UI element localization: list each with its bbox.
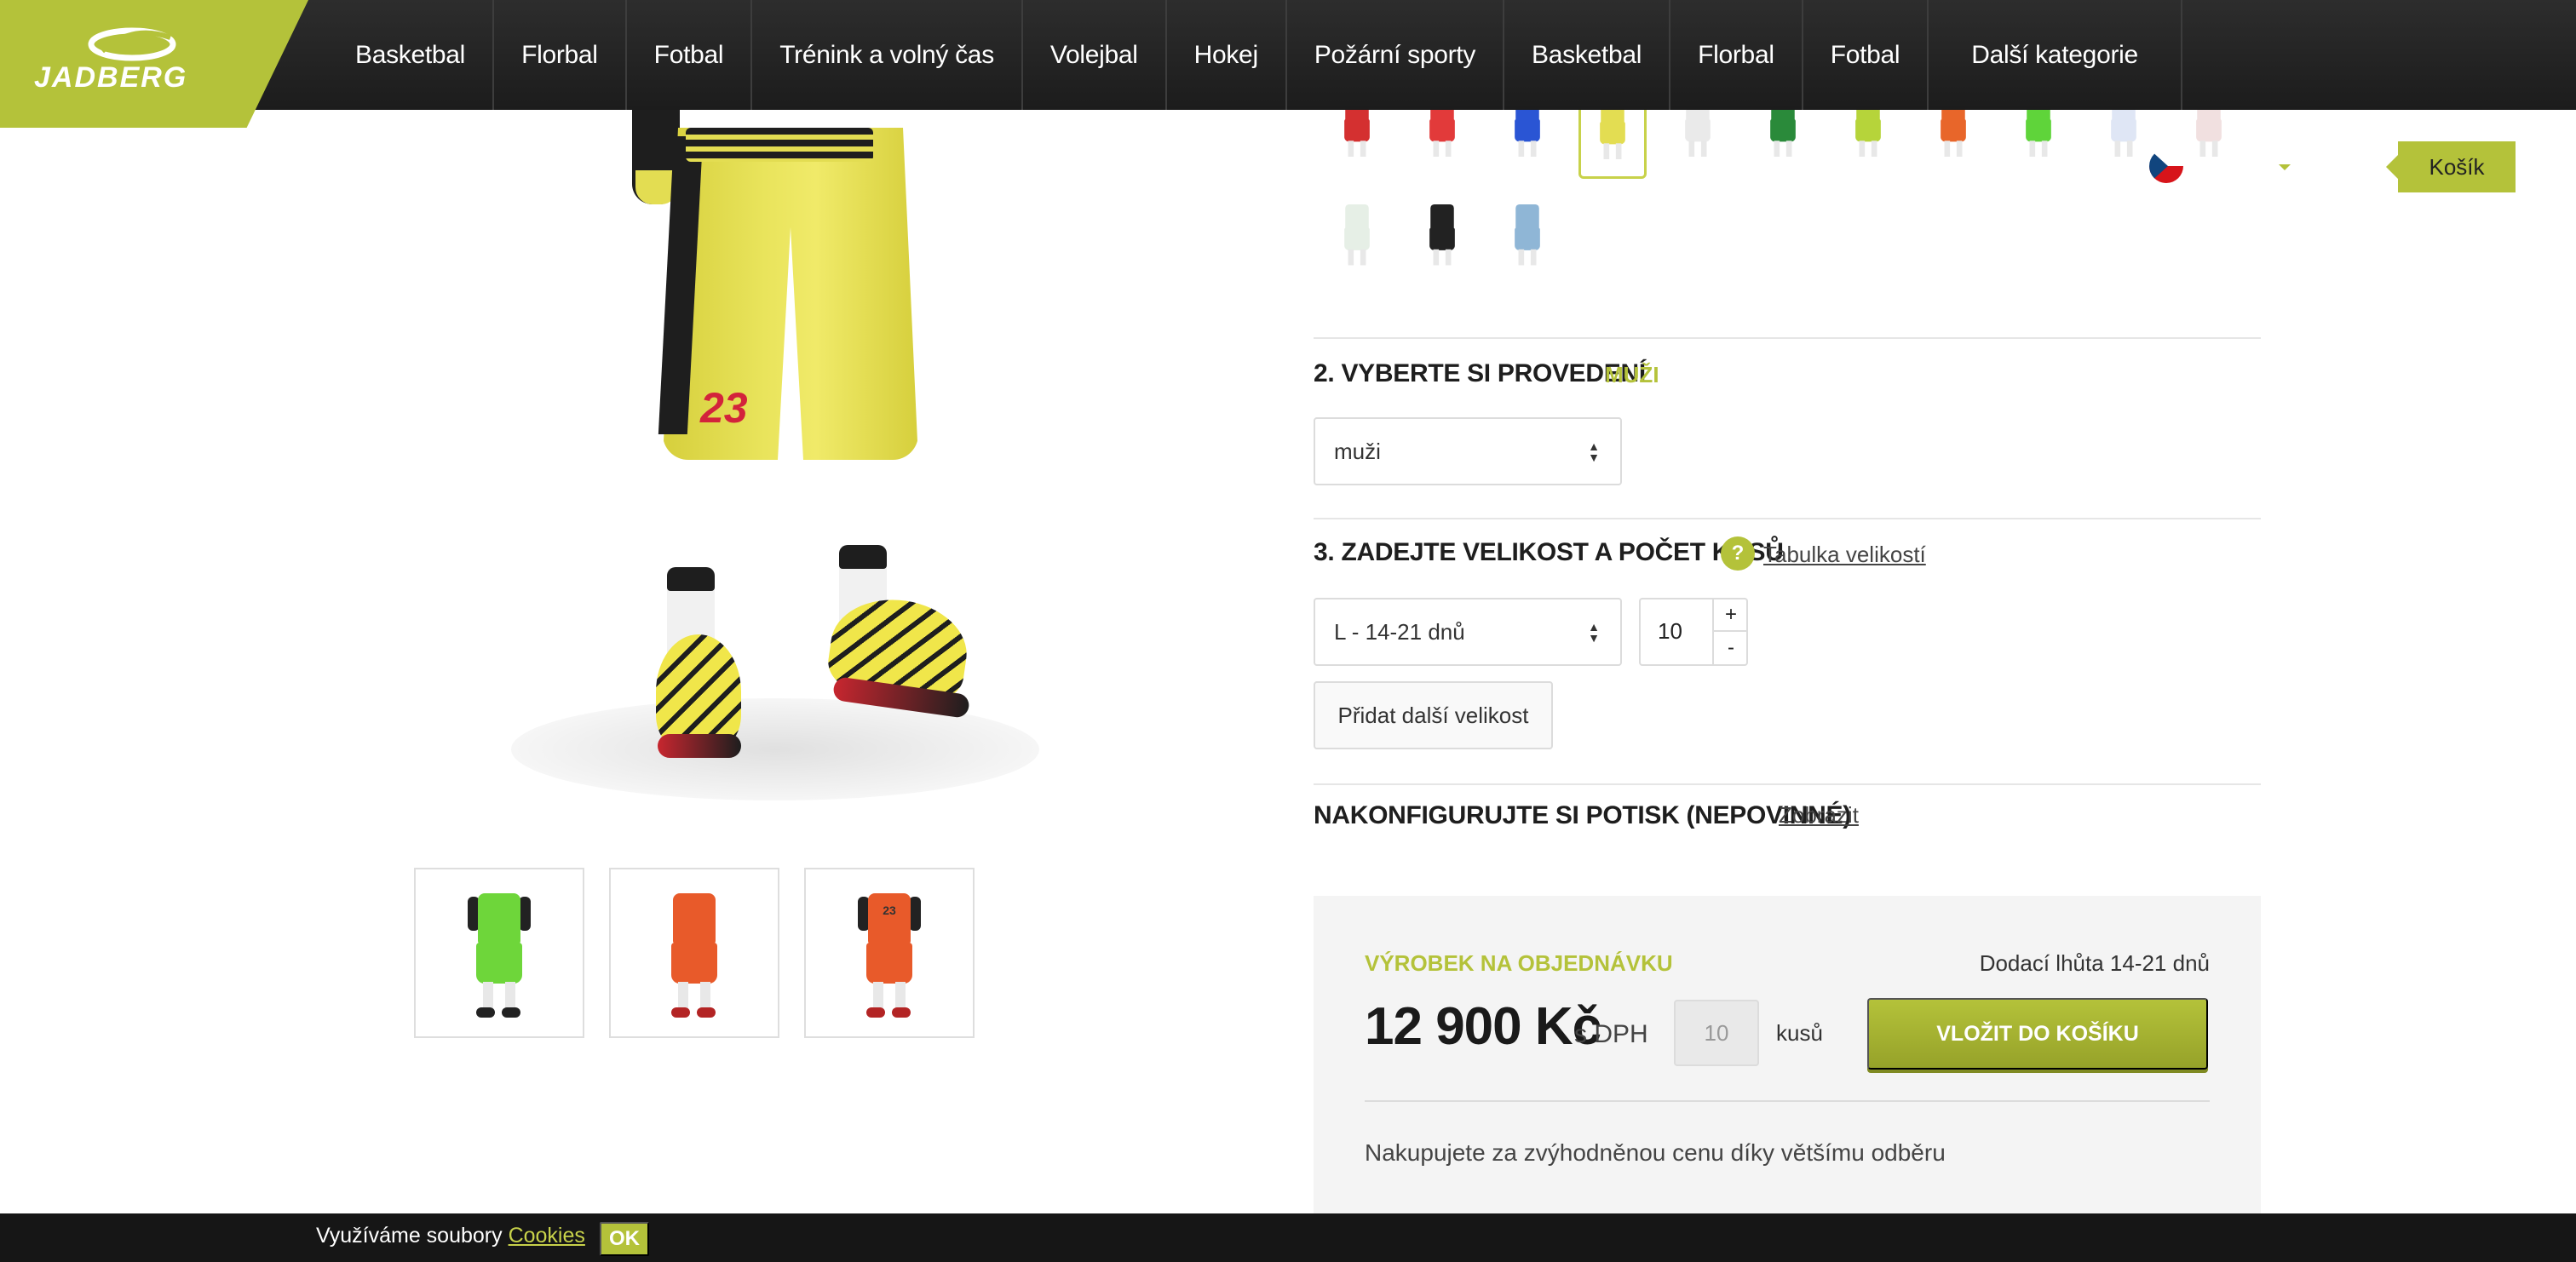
print-config-title: NAKONFIGURUJTE SI POTISK (NEPOVINNÉ) <box>1314 801 1851 829</box>
shoe-left <box>656 634 741 749</box>
divider <box>1314 337 2261 339</box>
cookie-ok-button[interactable]: OK <box>600 1222 649 1256</box>
size-select-value: L - 14-21 dnů <box>1334 618 1465 645</box>
selected-variant-tag: MUŽI <box>1605 362 1659 387</box>
delivery-time: Dodací lhůta 14-21 dnů <box>1979 950 2210 976</box>
thumbnail-orange-kit-front[interactable] <box>609 868 779 1038</box>
swatch-white-green[interactable] <box>1314 204 1400 283</box>
nav-item-volejbal[interactable]: Volejbal <box>1023 0 1167 110</box>
sock-top-left <box>667 567 715 591</box>
quantity-unit: kusů <box>1776 1020 1823 1046</box>
cookies-link[interactable]: Cookies <box>509 1224 585 1248</box>
select-arrows-icon: ▲ ▼ <box>1588 620 1600 645</box>
made-to-order-tag: VÝROBEK NA OBJEDNÁVKU <box>1365 950 1673 976</box>
price: 12 900 Kč <box>1365 997 1601 1056</box>
select-arrows-icon: ▲ ▼ <box>1588 439 1600 464</box>
step2-title: 2. VYBERTE SI PROVEDENÍ <box>1314 359 1646 387</box>
cookie-bar: Využíváme soubory Cookies OK <box>0 1213 2576 1262</box>
kit-image <box>666 885 722 1021</box>
thumbnail-gallery: 23 <box>414 868 975 1038</box>
divider <box>1314 518 2261 519</box>
nav-item-trenink[interactable]: Trénink a volný čas <box>752 0 1023 110</box>
nav-item-fotbal[interactable]: Fotbal <box>627 0 753 110</box>
swatch-white[interactable] <box>1655 95 1740 179</box>
sock-top-right <box>839 545 887 569</box>
nav-item-basketbal[interactable]: Basketbal <box>328 0 495 110</box>
swatch-yellow-selected[interactable] <box>1578 98 1647 179</box>
nav-item-basketbal-2[interactable]: Basketbal <box>1504 0 1671 110</box>
swoosh-logo-icon <box>88 27 176 61</box>
main-nav: Basketbal Florbal Fotbal Trénink a volný… <box>328 0 2182 110</box>
nav-item-pozarni-sporty[interactable]: Požární sporty <box>1287 0 1505 110</box>
czech-flag-icon[interactable] <box>2149 149 2183 183</box>
quantity-minus-button[interactable]: - <box>1712 632 1748 664</box>
add-size-button[interactable]: Přidat další velikost <box>1314 681 1553 749</box>
swatch-black-yellow[interactable] <box>1400 204 1485 283</box>
step3-title: 3. ZADEJTE VELIKOST A POČET KUSŮ <box>1314 538 1784 566</box>
nav-item-florbal[interactable]: Florbal <box>494 0 627 110</box>
chevron-down-icon[interactable] <box>2279 164 2291 170</box>
quantity-plus-button[interactable]: + <box>1712 599 1748 632</box>
kit-image <box>468 885 531 1021</box>
swatch-red[interactable] <box>1314 95 1400 179</box>
nav-item-more-categories[interactable]: Další kategorie <box>1929 0 2182 110</box>
swatch-dark-green[interactable] <box>1740 95 1826 179</box>
size-table-link[interactable]: Tabulka velikostí <box>1763 542 1926 568</box>
cookie-text-label: Využíváme soubory <box>316 1224 509 1248</box>
thumbnail-green-kit[interactable] <box>414 868 584 1038</box>
cookie-text: Využíváme soubory Cookies <box>316 1224 585 1248</box>
swatch-red-2[interactable] <box>1400 95 1485 179</box>
vat-label: s DPH <box>1574 1020 1648 1048</box>
divider <box>1365 1100 2210 1102</box>
bulk-discount-note: Nakupujete za zvýhodněnou cenu díky větš… <box>1365 1139 1946 1166</box>
swatch-green[interactable] <box>1996 95 2081 179</box>
swatch-lime[interactable] <box>1826 95 1911 179</box>
quantity-stepper: 10 + - <box>1639 598 1748 666</box>
add-to-cart-button[interactable]: VLOŽIT DO KOŠÍKU <box>1867 998 2208 1070</box>
variant-select[interactable]: muži ▲ ▼ <box>1314 417 1622 485</box>
color-variant-swatches-row2 <box>1314 204 1570 283</box>
cart-button[interactable]: Košík <box>2386 141 2516 192</box>
quantity-input[interactable]: 10 <box>1658 618 1682 645</box>
shorts-waistband <box>686 128 873 162</box>
order-summary-box: VÝROBEK NA OBJEDNÁVKU Dodací lhůta 14-21… <box>1314 896 2261 1262</box>
size-select[interactable]: L - 14-21 dnů ▲ ▼ <box>1314 598 1622 666</box>
swatch-orange[interactable] <box>1911 95 1996 179</box>
help-icon[interactable]: ? <box>1721 536 1755 571</box>
variant-select-value: muži <box>1334 438 1381 464</box>
print-config-show-link[interactable]: Zobrazit <box>1779 802 1859 829</box>
logo-text: JADBERG <box>34 61 188 94</box>
divider <box>1314 783 2261 785</box>
nav-item-florbal-2[interactable]: Florbal <box>1670 0 1803 110</box>
shoe-sole-left <box>658 734 741 758</box>
thumbnail-orange-kit-back[interactable]: 23 <box>804 868 975 1038</box>
kit-image: 23 <box>858 885 921 1021</box>
swatch-blue[interactable] <box>1485 95 1570 179</box>
color-variant-swatches <box>1314 95 2251 179</box>
swatch-light-blue[interactable] <box>1485 204 1570 283</box>
order-quantity-field[interactable]: 10 <box>1674 1000 1759 1066</box>
nav-item-hokej[interactable]: Hokej <box>1167 0 1287 110</box>
top-navigation-bar: Basketbal Florbal Fotbal Trénink a volný… <box>0 0 2576 110</box>
shorts-number: 23 <box>700 384 748 432</box>
nav-item-fotbal-2[interactable]: Fotbal <box>1803 0 1929 110</box>
